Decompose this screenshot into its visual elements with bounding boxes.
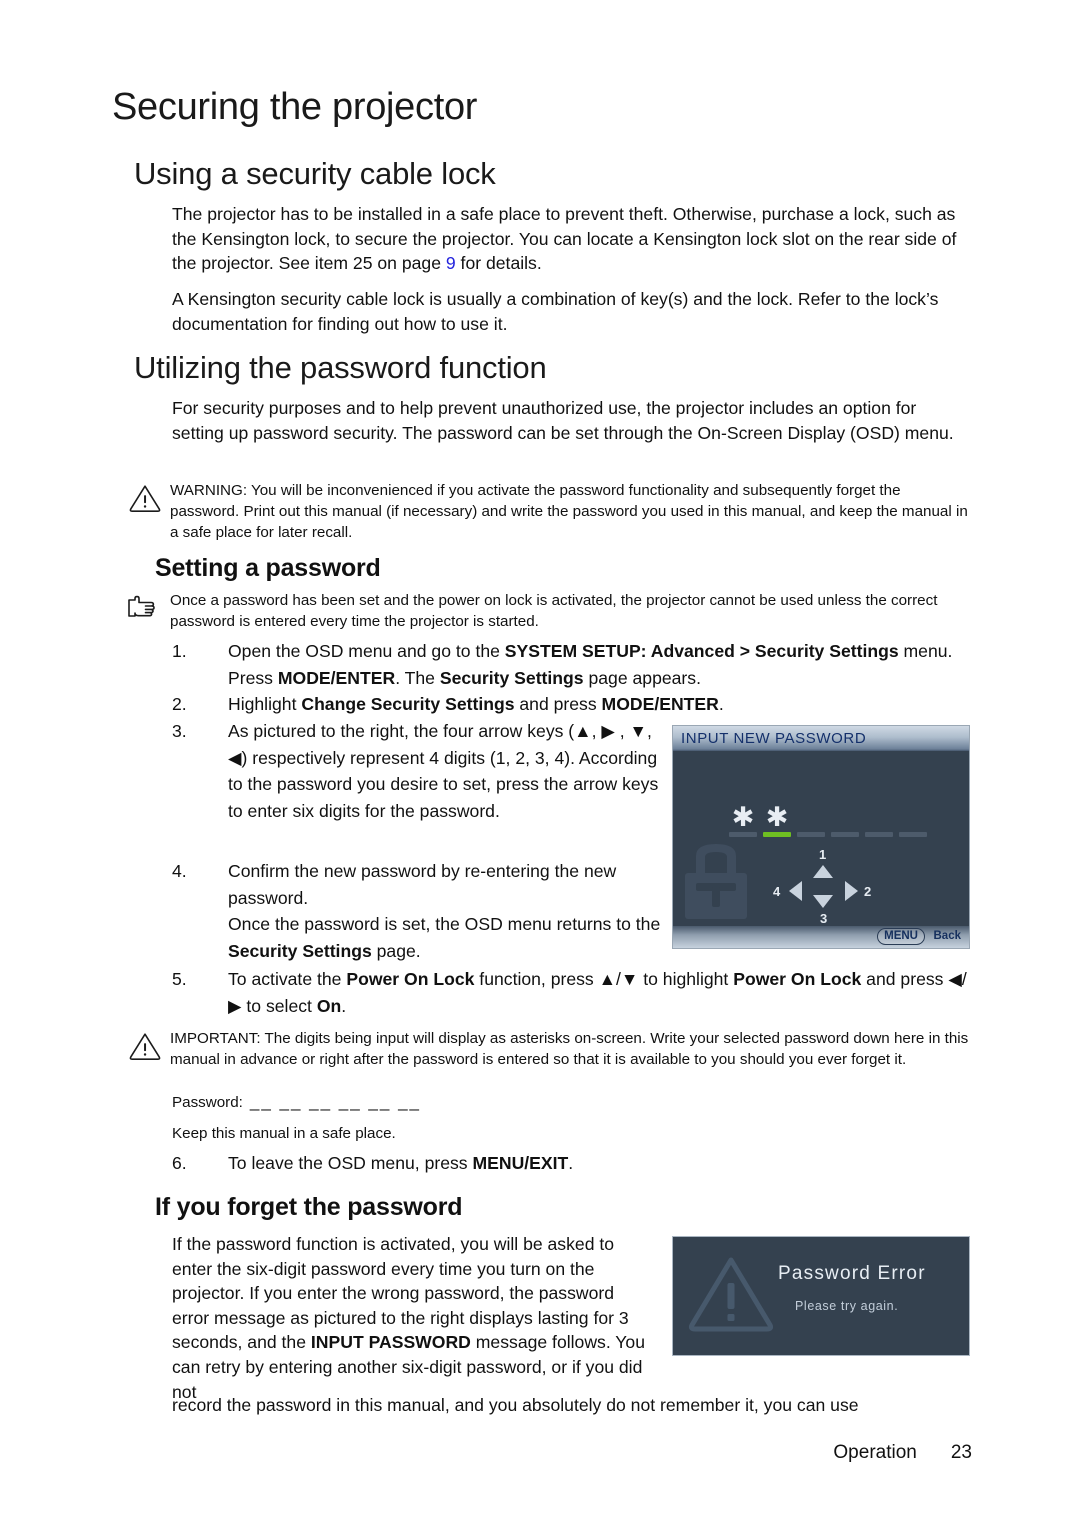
menu-key-badge[interactable]: MENU	[877, 928, 925, 945]
paragraph-password-1: For security purposes and to help preven…	[172, 398, 954, 443]
step-text: Open the OSD menu and go to the SYSTEM S…	[228, 641, 953, 688]
page-9-link[interactable]: 9	[446, 253, 456, 273]
arrow-right-icon	[845, 881, 858, 901]
page-footer: Operation 23	[833, 1442, 972, 1464]
slot-underline	[831, 832, 859, 837]
pointing-hand-icon	[128, 595, 155, 617]
password-asterisk-empty: ✱	[899, 807, 927, 829]
paragraph-text-tail: for details.	[455, 253, 542, 274]
step-number: 6.	[172, 1153, 187, 1173]
tip-note-text: Once a password has been set and the pow…	[170, 592, 938, 630]
step-text: To activate the Power On Lock function, …	[228, 969, 967, 1016]
back-label: Back	[933, 930, 962, 942]
arrow-key-diagram: 1 2 3 4	[765, 847, 885, 927]
password-asterisk-empty: ✱	[831, 807, 859, 829]
step-number: 2.	[172, 694, 187, 714]
arrow-up-digit: 1	[819, 847, 827, 862]
error-title: Password Error	[778, 1263, 926, 1284]
osd-input-new-password: INPUT NEW PASSWORD ✱ ✱ ✱	[673, 726, 969, 948]
warning-note: WARNING: You will be inconvenienced if y…	[126, 480, 972, 543]
slot-underline-active	[763, 832, 791, 837]
step-number: 1.	[172, 641, 187, 661]
step-4: 4. Confirm the new password by re-enteri…	[172, 858, 662, 964]
password-asterisk-empty: ✱	[797, 807, 825, 829]
password-asterisk: ✱	[765, 802, 789, 832]
password-asterisk: ✱	[731, 802, 755, 832]
keep-manual-text: Keep this manual in a safe place.	[172, 1125, 396, 1142]
step-text: To leave the OSD menu, press MENU/EXIT.	[228, 1153, 574, 1173]
section-heading-password-function: Utilizing the password function	[134, 350, 547, 385]
password-slot-6: ✱	[899, 807, 927, 837]
section-heading-cable-lock: Using a security cable lock	[134, 156, 496, 191]
step-text: Highlight Change Security Settings and p…	[228, 694, 724, 714]
step-6: 6. To leave the OSD menu, press MENU/EXI…	[172, 1150, 972, 1177]
arrow-down-digit: 3	[820, 911, 828, 926]
slot-underline	[729, 832, 757, 837]
paragraph-forget-password-last: record the password in this manual, and …	[172, 1395, 859, 1415]
slot-underline	[797, 832, 825, 837]
subsection-heading-setting-password: Setting a password	[155, 554, 381, 582]
osd-footer-bar: MENU Back	[673, 926, 969, 948]
important-note-text: IMPORTANT: The digits being input will d…	[170, 1030, 969, 1068]
important-note: IMPORTANT: The digits being input will d…	[126, 1028, 972, 1070]
password-slot-1: ✱	[729, 802, 757, 837]
password-slot-5: ✱	[865, 807, 893, 837]
manual-page: Securing the projector Using a security …	[0, 0, 1080, 1529]
osd-title: INPUT NEW PASSWORD	[673, 726, 969, 751]
warning-triangle-icon	[129, 1033, 161, 1060]
warning-note-text: WARNING: You will be inconvenienced if y…	[170, 482, 968, 541]
footer-chapter: Operation	[833, 1442, 917, 1463]
password-blanks: __ __ __ __ __ __	[249, 1092, 421, 1111]
password-slot-3: ✱	[797, 807, 825, 837]
password-slot-4: ✱	[831, 807, 859, 837]
arrow-left-digit: 4	[773, 884, 781, 899]
page-title: Securing the projector	[112, 86, 478, 128]
padlock-watermark-icon	[685, 844, 747, 919]
error-triangle-icon	[688, 1257, 774, 1332]
arrow-down-icon	[813, 895, 833, 908]
step-text: Confirm the new password by re-entering …	[228, 861, 661, 961]
step-text: As pictured to the right, the four arrow…	[228, 721, 659, 821]
step-3: 3. As pictured to the right, the four ar…	[172, 718, 662, 824]
error-subtitle: Please try again.	[795, 1299, 899, 1313]
step-number: 4.	[172, 861, 187, 881]
password-slot-2: ✱	[763, 802, 791, 837]
paragraph-cable-lock-1: The projector has to be installed in a s…	[172, 202, 972, 276]
footer-page-number: 23	[950, 1442, 972, 1463]
warning-triangle-icon	[129, 485, 161, 512]
password-asterisk-empty: ✱	[865, 807, 893, 829]
arrow-up-icon	[813, 865, 833, 878]
arrow-left-icon	[789, 881, 802, 901]
step-2: 2. Highlight Change Security Settings an…	[172, 691, 972, 718]
arrow-right-digit: 2	[864, 884, 872, 899]
slot-underline	[865, 832, 893, 837]
step-number: 5.	[172, 969, 187, 989]
subsection-heading-forget-password: If you forget the password	[155, 1193, 463, 1221]
paragraph-cable-lock-2: A Kensington security cable lock is usua…	[172, 289, 939, 334]
forget-text-bold: INPUT PASSWORD	[310, 1332, 471, 1353]
slot-underline	[899, 832, 927, 837]
osd-password-error: Password Error Please try again.	[673, 1237, 969, 1355]
step-number: 3.	[172, 721, 187, 741]
paragraph-forget-password: If the password function is activated, y…	[172, 1232, 654, 1404]
osd-body: ✱ ✱ ✱ ✱ ✱	[673, 751, 969, 926]
step-1: 1. Open the OSD menu and go to the SYSTE…	[172, 638, 972, 691]
step-5: 5. To activate the Power On Lock functio…	[172, 966, 972, 1019]
tip-note: Once a password has been set and the pow…	[126, 590, 956, 632]
paragraph-text: The projector has to be installed in a s…	[172, 204, 957, 274]
password-writein-line: Password: __ __ __ __ __ __	[172, 1092, 421, 1112]
password-digit-field: ✱ ✱ ✱ ✱ ✱	[729, 802, 927, 837]
password-label: Password:	[172, 1094, 243, 1111]
